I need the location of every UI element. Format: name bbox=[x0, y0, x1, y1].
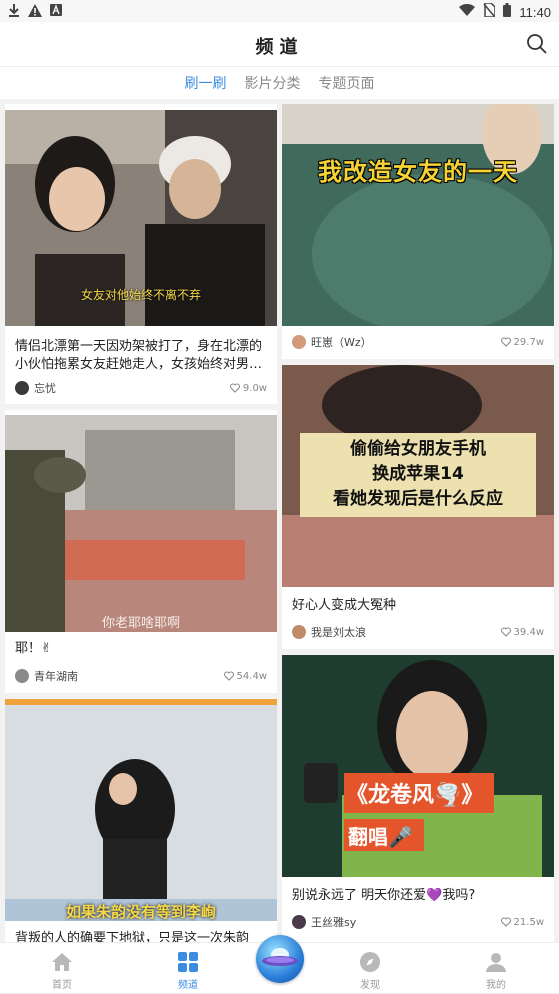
video-thumbnail: 我改造女友的一天 bbox=[282, 104, 554, 326]
user-icon bbox=[486, 953, 506, 972]
warning-icon bbox=[28, 3, 42, 21]
author-name[interactable]: 忘忧 bbox=[34, 380, 230, 396]
avatar[interactable] bbox=[292, 625, 306, 639]
video-overlay-subtext: 翻唱🎤 bbox=[348, 825, 413, 849]
grid-icon bbox=[178, 952, 198, 972]
like-count[interactable]: 54.4w bbox=[223, 670, 267, 682]
ufo-icon bbox=[262, 948, 298, 966]
video-meta: 忘忧 9.0w bbox=[15, 380, 267, 396]
video-thumbnail: 偷偷给女朋友手机 换成苹果14 看她发现后是什么反应 bbox=[282, 365, 554, 587]
like-count-value: 39.4w bbox=[513, 626, 544, 638]
nav-channel-label: 频道 bbox=[178, 980, 198, 991]
tab-shua-yi-shua[interactable]: 刷一刷 bbox=[185, 67, 227, 99]
home-icon bbox=[52, 953, 72, 971]
video-meta: 王丝雅sy 21.5w bbox=[292, 914, 544, 930]
video-card[interactable]: 《龙卷风🌪️》 翻唱🎤 别说永远了 明天你还爱💜我吗? 王丝雅sy 21.5w bbox=[282, 655, 554, 942]
video-thumbnail: 《龙卷风🌪️》 翻唱🎤 bbox=[282, 655, 554, 877]
author-name[interactable]: 青年湖南 bbox=[34, 668, 224, 684]
video-meta: 旺崽（Wz） 29.7w bbox=[292, 334, 544, 350]
search-icon[interactable] bbox=[525, 32, 549, 56]
video-caption: 耶！✌ bbox=[15, 641, 52, 656]
tab-film-category[interactable]: 影片分类 bbox=[245, 67, 301, 99]
compass-icon bbox=[360, 952, 380, 972]
nav-home-label: 首页 bbox=[52, 980, 72, 991]
like-count-value: 29.7w bbox=[513, 336, 544, 348]
video-overlay-text: 你老耶啥耶啊 bbox=[101, 616, 180, 631]
video-card[interactable]: 如果朱韵没有等到李峋 背叛的人的确要下地狱，只是这一次朱韵 bbox=[5, 699, 277, 942]
like-count[interactable]: 9.0w bbox=[229, 382, 267, 394]
heart-icon bbox=[229, 383, 240, 393]
video-card[interactable]: 你老耶啥耶啊 耶！✌ 青年湖南 54.4w bbox=[5, 410, 277, 693]
avatar[interactable] bbox=[292, 915, 306, 929]
avatar[interactable] bbox=[292, 335, 306, 349]
heart-icon bbox=[223, 671, 234, 681]
video-overlay-text: 如果朱韵没有等到李峋 bbox=[65, 903, 216, 921]
author-name[interactable]: 旺崽（Wz） bbox=[311, 334, 501, 350]
nav-discover-label: 发现 bbox=[360, 980, 380, 991]
like-count[interactable]: 39.4w bbox=[500, 626, 544, 638]
like-count-value: 21.5w bbox=[513, 916, 544, 928]
heart-icon bbox=[500, 917, 511, 927]
like-count-value: 54.4w bbox=[236, 670, 267, 682]
video-thumbnail: 你老耶啥耶啊 bbox=[5, 410, 277, 632]
overlay-line: 换成苹果14 bbox=[372, 464, 464, 484]
nav-discover[interactable]: 发现 bbox=[330, 943, 410, 994]
author-name[interactable]: 我是刘太浪 bbox=[311, 624, 501, 640]
nav-me-label: 我的 bbox=[486, 980, 506, 991]
heart-icon bbox=[500, 337, 511, 347]
header: 频道 bbox=[0, 22, 559, 67]
video-caption: 别说永远了 明天你还爱💜我吗? bbox=[292, 888, 476, 903]
video-card[interactable]: 偷偷给女朋友手机 换成苹果14 看她发现后是什么反应 好心人变成大冤种 我是刘太… bbox=[282, 365, 554, 649]
overlay-line: 看她发现后是什么反应 bbox=[333, 489, 503, 509]
wifi-icon bbox=[459, 3, 476, 20]
sub-tabs: 刷一刷 影片分类 专题页面 bbox=[0, 67, 559, 99]
heart-icon bbox=[500, 627, 511, 637]
status-time: 11:40 bbox=[519, 4, 551, 20]
video-caption: 好心人变成大冤种 bbox=[292, 598, 397, 613]
like-count-value: 9.0w bbox=[242, 382, 267, 394]
video-feed: 女友对他始终不离不弃 情侣北漂第一天因劝架被打了，身在北漂的小伙怕拖累女友赶她走… bbox=[0, 100, 559, 942]
status-bar: 11:40 bbox=[0, 0, 559, 22]
video-overlay-text: 偷偷给女朋友手机 换成苹果14 看她发现后是什么反应 bbox=[300, 437, 536, 512]
nav-channel[interactable]: 频道 bbox=[148, 943, 228, 994]
battery-icon bbox=[503, 3, 512, 21]
video-overlay-text: 女友对他始终不离不弃 bbox=[80, 288, 201, 302]
author-name[interactable]: 王丝雅sy bbox=[311, 914, 501, 930]
like-count[interactable]: 21.5w bbox=[500, 916, 544, 928]
font-icon bbox=[50, 4, 62, 20]
overlay-line: 偷偷给女朋友手机 bbox=[350, 439, 486, 459]
video-overlay-text: 我改造女友的一天 bbox=[318, 158, 518, 186]
no-sim-icon bbox=[483, 2, 497, 21]
video-meta: 青年湖南 54.4w bbox=[15, 668, 267, 684]
download-icon bbox=[8, 3, 20, 21]
video-meta: 我是刘太浪 39.4w bbox=[292, 624, 544, 640]
video-card[interactable]: 女友对他始终不离不弃 情侣北漂第一天因劝架被打了，身在北漂的小伙怕拖累女友赶她走… bbox=[5, 104, 277, 404]
video-card[interactable]: 我改造女友的一天 旺崽（Wz） 29.7w bbox=[282, 104, 554, 359]
video-caption: 情侣北漂第一天因劝架被打了，身在北漂的小伙怕拖累女友赶她走人，女孩始终对男… bbox=[15, 339, 263, 372]
avatar[interactable] bbox=[15, 669, 29, 683]
like-count[interactable]: 29.7w bbox=[500, 336, 544, 348]
tab-topic-page[interactable]: 专题页面 bbox=[319, 67, 375, 99]
video-caption: 背叛的人的确要下地狱，只是这一次朱韵 bbox=[15, 931, 250, 942]
nav-me[interactable]: 我的 bbox=[456, 943, 536, 994]
video-thumbnail: 女友对他始终不离不弃 bbox=[5, 104, 277, 326]
video-thumbnail: 如果朱韵没有等到李峋 bbox=[5, 699, 277, 921]
ufo-fab-button[interactable] bbox=[256, 935, 304, 983]
page-title: 频道 bbox=[255, 37, 304, 58]
avatar[interactable] bbox=[15, 381, 29, 395]
video-overlay-text: 《龙卷风🌪️》 bbox=[346, 783, 484, 808]
nav-home[interactable]: 首页 bbox=[22, 943, 102, 994]
